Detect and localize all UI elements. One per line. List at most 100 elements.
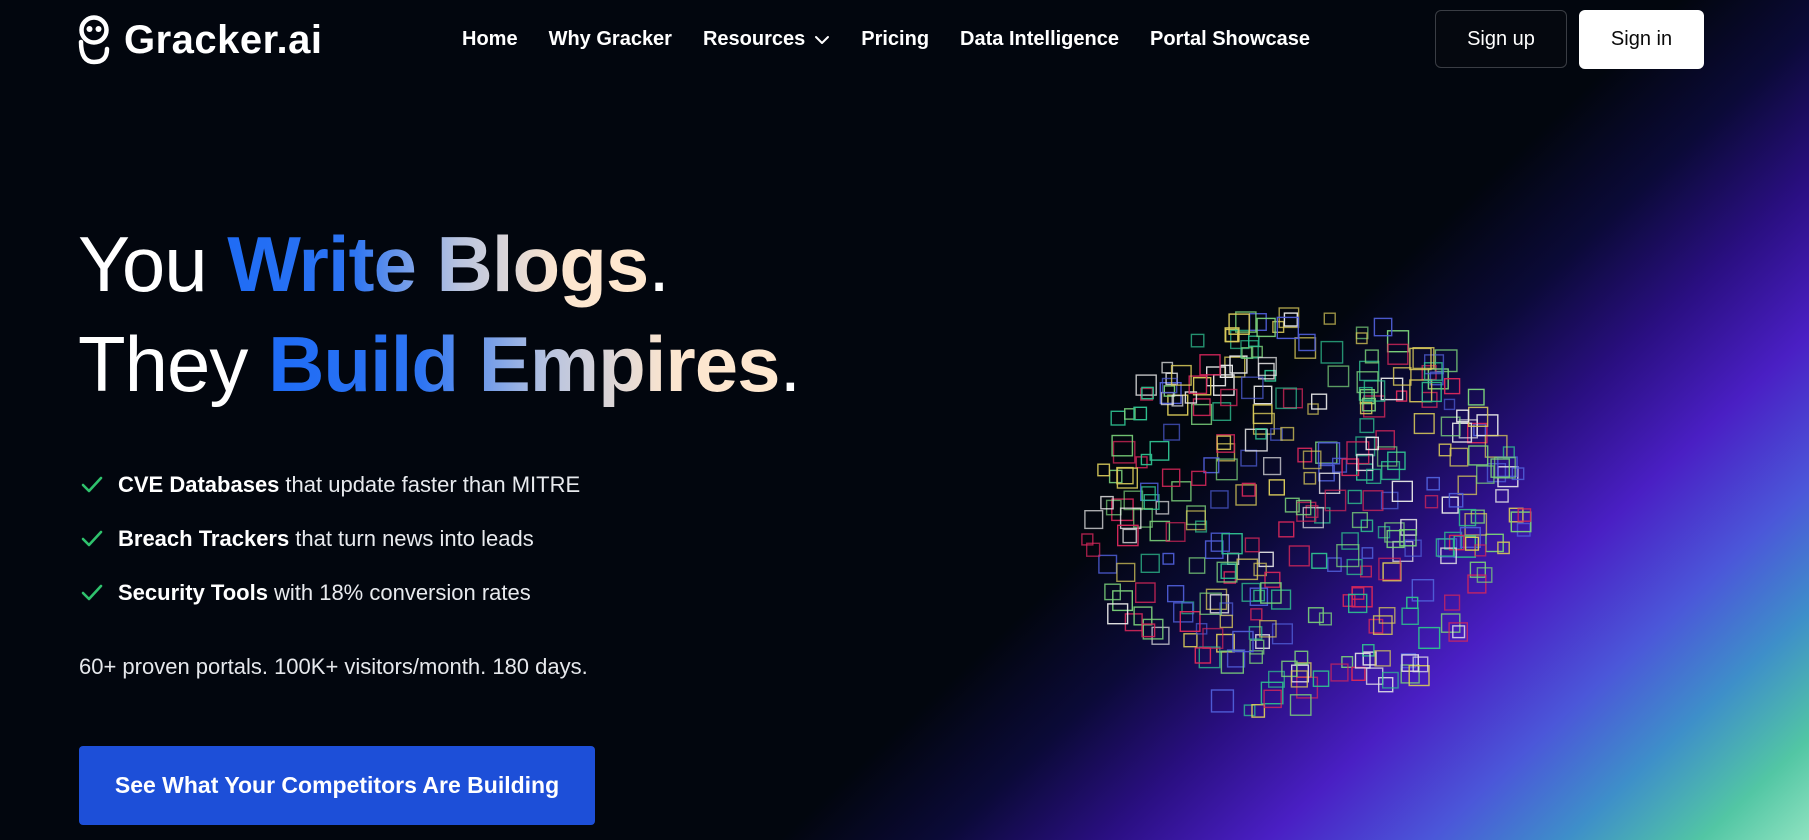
sphere-square [1441,496,1459,514]
headline-line-1-highlight: Write Blogs [227,220,649,308]
hero-headline: You Write Blogs. They Build Empires. [78,214,801,414]
sphere-square [1359,360,1380,382]
sphere-square [1297,447,1313,463]
feature-item: CVE Databases that update faster than MI… [80,458,580,512]
sphere-square [1278,521,1295,538]
nav-home[interactable]: Home [462,28,518,51]
sphere-square [1421,391,1438,408]
sphere-square [1244,537,1260,553]
nav-pricing[interactable]: Pricing [861,28,929,51]
sphere-square [1112,590,1133,612]
feature-text: that turn news into leads [295,526,534,551]
sphere-square [1426,476,1441,491]
stats-line: 60+ proven portals. 100K+ visitors/month… [79,654,588,679]
sphere-square [1166,585,1185,603]
sphere-square [1312,670,1330,688]
sphere-square [1413,412,1435,435]
sphere-square [1191,470,1207,486]
sphere-square [1263,689,1282,709]
sphere-square [1502,446,1515,459]
headline-line-1-plain: You [78,220,228,308]
sphere-square [1249,650,1263,664]
sphere-square [1149,440,1170,461]
nav-why-gracker[interactable]: Why Gracker [549,28,672,51]
sphere-square [1275,387,1297,410]
sphere-square [1268,479,1286,496]
sphere-square [1290,664,1309,683]
sphere-square [1311,552,1328,569]
sphere-square [1112,440,1136,464]
sphere-square [1205,588,1228,610]
feature-title: Security Tools [118,580,268,605]
brand-name: Gracker.ai [124,17,323,62]
sphere-square [1362,644,1375,657]
sphere-square [1219,614,1234,629]
sphere-square [1161,468,1181,487]
brand-logo[interactable]: Gracker.ai [78,14,323,66]
headline-line-1-period: . [648,220,670,308]
sphere-square [1380,491,1399,510]
sphere-square [1391,480,1413,502]
top-navigation: Gracker.ai Home Why Gracker Resources Pr… [0,0,1809,80]
feature-text: that update faster than MITRE [285,472,581,497]
sphere-square [1110,410,1126,426]
sphere-square [1294,337,1317,359]
sphere-square [1434,349,1458,373]
sphere-square [1162,552,1175,565]
sphere-square [1253,589,1265,602]
sphere-square [1202,627,1224,650]
sphere-square [1190,403,1213,425]
sphere-square [1453,535,1477,558]
sphere-square [1341,656,1354,669]
sphere-square [1464,536,1480,551]
sphere-square [1215,458,1238,481]
sphere-square [1108,469,1123,484]
sphere-square [1264,571,1281,588]
cta-button[interactable]: See What Your Competitors Are Building [79,746,595,825]
nav-portal-showcase[interactable]: Portal Showcase [1150,28,1310,51]
sphere-square [1418,626,1441,650]
sphere-square [1161,361,1174,374]
sphere-square [1444,594,1461,611]
sphere-square [1122,528,1137,544]
sphere-square [1341,532,1359,550]
sphere-square [1262,456,1282,476]
sphere-square [1359,418,1375,434]
sphere-square [1097,463,1111,477]
sphere-square [1250,608,1263,621]
sign-up-button[interactable]: Sign up [1435,10,1567,68]
sphere-square [1448,492,1464,508]
sphere-square [1235,484,1257,506]
headline-line-2-plain: They [78,320,269,408]
sphere-square [1210,689,1235,713]
sphere-square [1248,313,1267,332]
sphere-square [1382,671,1399,689]
headline-line-2: They Build Empires. [78,314,801,414]
sphere-square [1327,365,1350,388]
check-icon [81,476,103,493]
nav-resources-dropdown[interactable]: Resources [703,28,830,51]
sphere-square [1362,490,1384,512]
nav-data-intelligence[interactable]: Data Intelligence [960,28,1119,51]
sphere-square [1400,518,1418,536]
sphere-square [1399,528,1417,547]
sphere-square [1485,533,1504,553]
check-icon [81,530,103,547]
sphere-square [1188,557,1206,574]
sphere-square [1467,388,1485,406]
sphere-square [1290,670,1308,688]
headline-line-2-highlight: Build Empires [268,320,780,408]
sphere-square [1323,312,1336,325]
sphere-square [1351,587,1365,600]
sphere-square [1470,509,1485,524]
sphere-square [1116,562,1136,582]
sphere-square [1517,508,1532,522]
sphere-square [1368,618,1384,634]
sphere-square [1355,436,1376,457]
feature-item: Breach Trackers that turn news into lead… [80,512,580,566]
sphere-square [1288,545,1310,567]
sign-in-button[interactable]: Sign in [1579,10,1704,69]
sphere-square [1243,704,1256,717]
sphere-square [1373,317,1393,337]
sphere-square [1327,557,1342,573]
